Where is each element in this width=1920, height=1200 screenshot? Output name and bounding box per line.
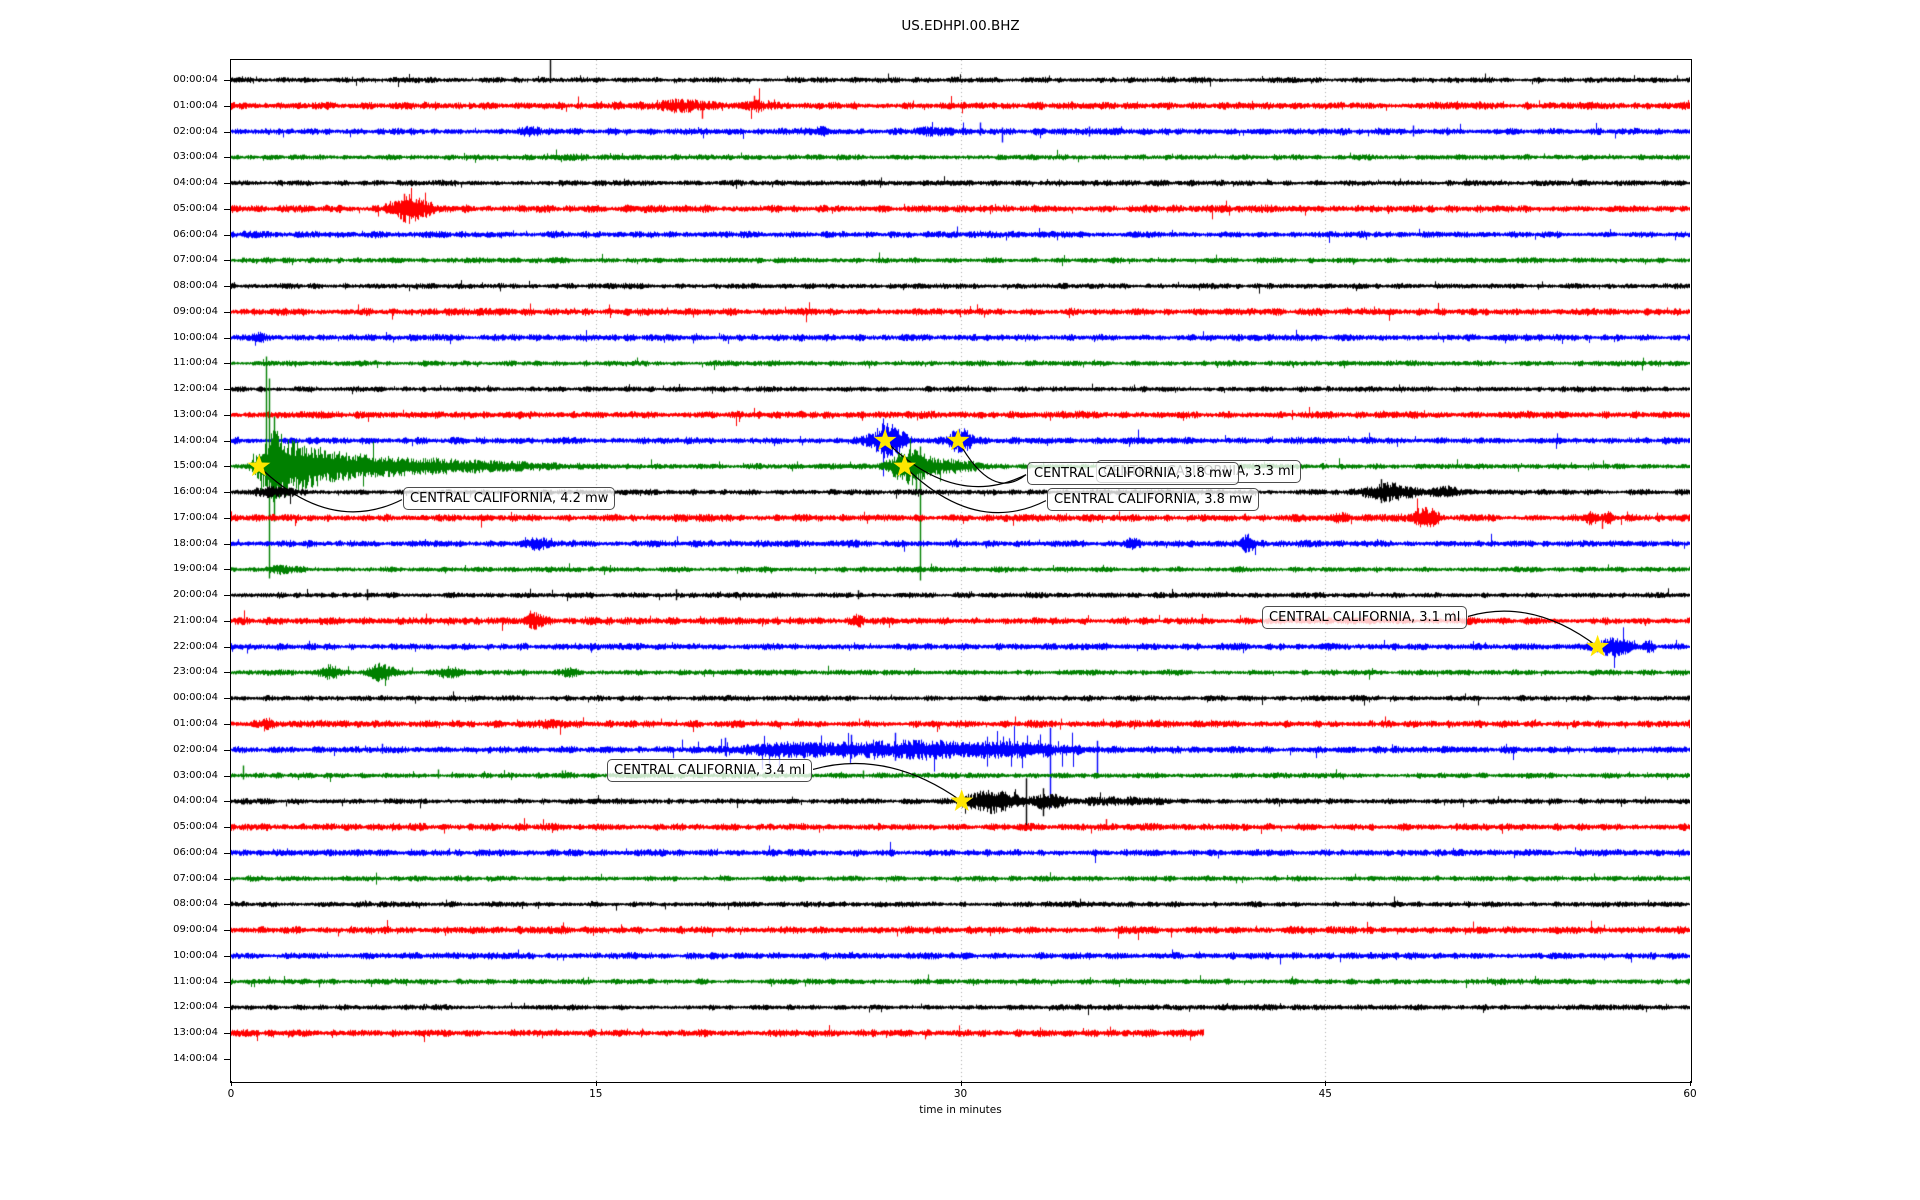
y-axis-label: 17:00:04 bbox=[173, 511, 218, 523]
y-axis-label: 10:00:04 bbox=[173, 331, 218, 343]
x-axis-tick bbox=[1690, 1081, 1691, 1086]
x-axis-tick-label: 0 bbox=[227, 1088, 235, 1100]
y-axis-label: 00:00:04 bbox=[173, 74, 218, 85]
y-axis-label: 10:00:04 bbox=[173, 949, 218, 961]
y-axis-tick bbox=[224, 234, 230, 236]
y-axis-label: 06:00:04 bbox=[173, 846, 218, 858]
y-axis-tick bbox=[224, 208, 230, 210]
event-annotation: CENTRAL CALIFORNIA, 3.1 ml bbox=[1262, 606, 1468, 629]
x-axis-tick-label: 60 bbox=[1683, 1088, 1697, 1100]
y-axis-label: 09:00:04 bbox=[173, 305, 218, 317]
y-axis-tick bbox=[224, 311, 230, 313]
y-axis-label: 08:00:04 bbox=[173, 898, 218, 910]
y-axis-label: 11:00:04 bbox=[173, 357, 218, 369]
y-axis-label: 04:00:04 bbox=[173, 795, 218, 807]
x-axis-tick-label: 15 bbox=[589, 1088, 603, 1100]
y-axis-tick bbox=[224, 286, 230, 288]
y-axis-tick bbox=[224, 517, 230, 519]
y-axis-label: 22:00:04 bbox=[173, 640, 218, 652]
x-axis-title: time in minutes bbox=[919, 1104, 1002, 1116]
x-axis-tick bbox=[595, 1081, 597, 1086]
event-annotation: CENTRAL CALIFORNIA, 4.2 mw bbox=[403, 487, 616, 510]
y-axis-tick bbox=[224, 646, 230, 648]
seismogram-figure: US.EDHPI.00.BHZ 00:00:04 01:00:04 02:00:04… bbox=[0, 0, 1920, 1200]
y-axis-label: 09:00:04 bbox=[173, 924, 218, 936]
y-axis-label: 12:00:04 bbox=[173, 383, 218, 395]
y-axis-label: 02:00:04 bbox=[173, 125, 218, 137]
y-axis-tick bbox=[224, 337, 230, 339]
y-axis-tick bbox=[224, 955, 230, 957]
y-axis-tick bbox=[224, 157, 230, 159]
y-axis-label: 13:00:04 bbox=[173, 408, 218, 420]
chart-title: US.EDHPI.00.BHZ bbox=[901, 18, 1020, 34]
y-axis-tick bbox=[224, 827, 230, 829]
y-axis-tick bbox=[224, 724, 230, 725]
y-axis-label: 12:00:04 bbox=[173, 1001, 218, 1013]
y-axis-tick bbox=[224, 466, 230, 468]
x-axis-tick-label: 30 bbox=[953, 1088, 968, 1100]
y-axis-label: 01:00:04 bbox=[173, 718, 218, 729]
x-axis-tick bbox=[231, 1081, 232, 1086]
y-axis-tick bbox=[224, 569, 230, 571]
y-axis-label: 19:00:04 bbox=[173, 563, 218, 575]
y-axis-label: 15:00:04 bbox=[173, 460, 218, 472]
y-axis-tick bbox=[224, 414, 230, 416]
y-axis-label: 06:00:04 bbox=[173, 228, 218, 240]
y-axis-tick bbox=[224, 672, 230, 674]
waveform-canvas bbox=[231, 60, 1690, 1081]
y-axis-label: 00:00:04 bbox=[173, 692, 218, 704]
y-axis-tick bbox=[224, 595, 230, 597]
y-axis-label: 13:00:04 bbox=[173, 1027, 218, 1039]
y-axis-tick bbox=[224, 1007, 230, 1009]
x-axis-tick bbox=[960, 1081, 962, 1086]
y-axis-tick bbox=[224, 878, 230, 880]
y-axis-tick bbox=[224, 620, 230, 622]
y-axis-label: 01:00:04 bbox=[173, 99, 218, 111]
y-axis-label: 03:00:04 bbox=[173, 151, 218, 163]
event-annotation: CENTRAL CALIFORNIA, 3.8 mw bbox=[1047, 488, 1260, 511]
y-axis-tick bbox=[224, 363, 230, 365]
y-axis-tick bbox=[224, 492, 230, 494]
y-axis-label: 14:00:04 bbox=[173, 1052, 218, 1064]
y-axis-label: 18:00:04 bbox=[173, 537, 218, 549]
y-axis-tick bbox=[224, 80, 230, 81]
y-axis-label: 07:00:04 bbox=[173, 254, 218, 266]
y-axis-label: 20:00:04 bbox=[173, 589, 218, 601]
y-axis-tick bbox=[224, 440, 230, 442]
event-annotation: CENTRAL CALIFORNIA, 3.8 mw bbox=[1027, 462, 1240, 485]
y-axis-tick bbox=[224, 852, 230, 854]
y-axis-tick bbox=[224, 698, 230, 700]
y-axis-tick bbox=[224, 981, 230, 983]
y-axis-tick bbox=[224, 801, 230, 803]
y-axis-tick bbox=[224, 1033, 230, 1035]
y-axis-label: 07:00:04 bbox=[173, 872, 218, 884]
y-axis-label: 23:00:04 bbox=[173, 666, 218, 678]
y-axis-tick bbox=[224, 389, 230, 391]
y-axis-label: 05:00:04 bbox=[173, 821, 218, 833]
y-axis-label: 16:00:04 bbox=[173, 486, 218, 498]
y-axis-label: 03:00:04 bbox=[173, 769, 218, 781]
y-axis-label: 08:00:04 bbox=[173, 280, 218, 292]
y-axis-label: 14:00:04 bbox=[173, 434, 218, 446]
y-axis-label: 05:00:04 bbox=[173, 202, 218, 214]
y-axis-label: 21:00:04 bbox=[173, 614, 218, 626]
y-axis-label: 04:00:04 bbox=[173, 177, 218, 189]
y-axis-tick bbox=[224, 260, 230, 262]
y-axis-tick bbox=[224, 183, 230, 185]
y-axis-label: 02:00:04 bbox=[173, 743, 218, 755]
y-axis-tick bbox=[224, 775, 230, 777]
y-axis-tick bbox=[224, 1058, 230, 1060]
y-axis-tick bbox=[224, 749, 230, 751]
y-axis-tick bbox=[224, 930, 230, 932]
y-axis-label: 11:00:04 bbox=[173, 975, 218, 987]
y-axis-tick bbox=[224, 105, 230, 107]
x-axis-tick bbox=[1325, 1081, 1327, 1086]
y-axis-tick bbox=[224, 543, 230, 545]
y-axis-tick bbox=[224, 131, 230, 133]
y-axis-tick bbox=[224, 904, 230, 906]
event-annotation: CENTRAL CALIFORNIA, 3.4 ml bbox=[607, 759, 813, 782]
x-axis-tick-label: 45 bbox=[1318, 1088, 1332, 1100]
